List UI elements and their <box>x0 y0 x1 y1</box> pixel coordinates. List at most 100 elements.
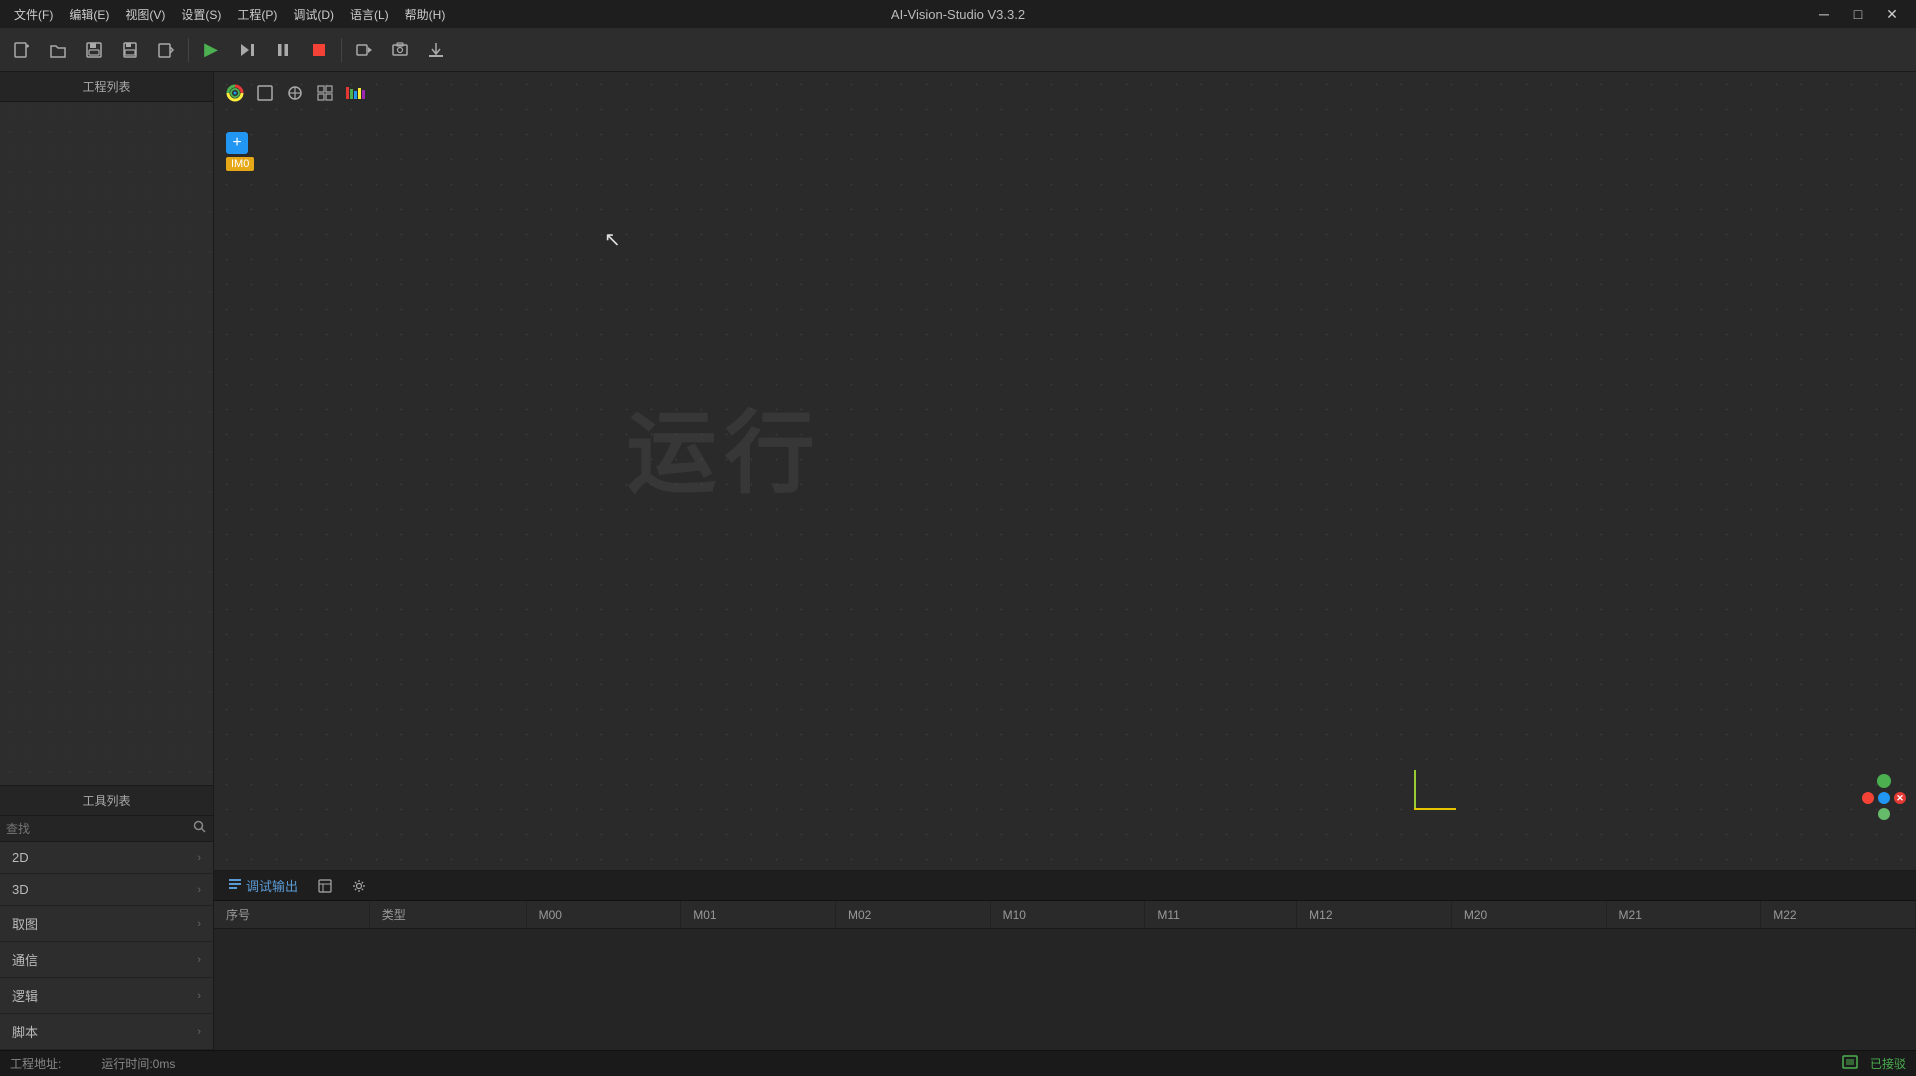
col-m22: M22 <box>1761 901 1916 929</box>
tool-item-2d[interactable]: 2D › <box>0 842 213 874</box>
connection-icon <box>1842 1055 1858 1072</box>
menu-project[interactable]: 工程(P) <box>231 4 283 25</box>
col-m02: M02 <box>835 901 990 929</box>
menu-view[interactable]: 视图(V) <box>119 4 171 25</box>
nav-dot-middle-row: ✕ <box>1862 792 1906 804</box>
axis-indicator <box>1414 770 1456 810</box>
menu-help[interactable]: 帮助(H) <box>399 4 452 25</box>
chevron-right-icon: › <box>197 884 201 896</box>
col-m00: M00 <box>526 901 681 929</box>
debug-table-header-row: 序号 类型 M00 M01 M02 M10 M11 M12 M20 M21 M2… <box>214 901 1916 929</box>
col-seq: 序号 <box>214 901 369 929</box>
canvas-toolbar <box>222 80 368 106</box>
chevron-right-icon: › <box>197 1026 201 1038</box>
nav-dot-bottom <box>1878 808 1890 820</box>
rect-icon-button[interactable] <box>252 80 278 106</box>
save-button[interactable] <box>114 34 146 66</box>
run-time-label: 运行时间:0ms <box>101 1055 175 1072</box>
im0-label: IM0 <box>226 157 254 171</box>
tool-list-header: 工具列表 <box>0 786 213 816</box>
tool-item-logic-label: 逻辑 <box>12 986 38 1005</box>
status-right: 已接驳 <box>1842 1055 1906 1072</box>
center-panel: 运行 + IM0 ↖ ✕ <box>214 72 1916 1050</box>
titlebar: 文件(F) 编辑(E) 视图(V) 设置(S) 工程(P) 调试(D) 语言(L… <box>0 0 1916 28</box>
col-m12: M12 <box>1297 901 1452 929</box>
tool-item-2d-label: 2D <box>12 850 29 865</box>
export-button[interactable] <box>420 34 452 66</box>
anchor-icon-button[interactable] <box>282 80 308 106</box>
nav-dot-left <box>1862 792 1874 804</box>
app-title: AI-Vision-Studio V3.3.2 <box>891 7 1025 22</box>
separator-2 <box>341 38 342 62</box>
col-m10: M10 <box>990 901 1145 929</box>
tool-item-capture[interactable]: 取图 › <box>0 906 213 942</box>
project-address-label: 工程地址: <box>10 1055 61 1072</box>
chevron-right-icon: › <box>197 990 201 1002</box>
axis-h-line <box>1414 808 1456 810</box>
search-input[interactable] <box>6 822 193 836</box>
step-button[interactable] <box>231 34 263 66</box>
record-button[interactable] <box>348 34 380 66</box>
tool-item-3d[interactable]: 3D › <box>0 874 213 906</box>
nav-dots: ✕ <box>1862 774 1906 820</box>
project-list-area[interactable] <box>0 102 213 785</box>
debug-toolbar: 调试输出 <box>214 871 1916 901</box>
save-all-button[interactable] <box>78 34 110 66</box>
col-m01: M01 <box>681 901 836 929</box>
menu-settings[interactable]: 设置(S) <box>175 4 227 25</box>
menu-edit[interactable]: 编辑(E) <box>63 4 115 25</box>
nav-dot-top <box>1877 774 1891 788</box>
tool-item-capture-label: 取图 <box>12 914 38 933</box>
canvas-area[interactable]: 运行 + IM0 ↖ ✕ <box>214 72 1916 870</box>
tool-item-comm[interactable]: 通信 › <box>0 942 213 978</box>
menu-file[interactable]: 文件(F) <box>8 4 59 25</box>
grid-icon-button[interactable] <box>312 80 338 106</box>
tool-panel: 工具列表 2D › 3D › 取图 › <box>0 785 213 1050</box>
screenshot-button[interactable] <box>384 34 416 66</box>
tool-item-3d-label: 3D <box>12 882 29 897</box>
minimize-button[interactable]: ─ <box>1808 3 1840 25</box>
debug-panel: 调试输出 <box>214 870 1916 1050</box>
left-panel: 工程列表 工具列表 2D › 3D › <box>0 72 214 1050</box>
tool-item-logic[interactable]: 逻辑 › <box>0 978 213 1014</box>
run-button[interactable]: ▶ <box>195 34 227 66</box>
col-type: 类型 <box>369 901 526 929</box>
bars-icon-button[interactable] <box>342 80 368 106</box>
tool-item-script-label: 脚本 <box>12 1022 38 1041</box>
debug-output-tab[interactable]: 调试输出 <box>222 874 304 897</box>
debug-output-label: 调试输出 <box>246 876 298 895</box>
open-button[interactable] <box>42 34 74 66</box>
search-icon <box>193 820 207 837</box>
chevron-right-icon: › <box>197 954 201 966</box>
save-as-button[interactable] <box>150 34 182 66</box>
debug-list-icon <box>228 877 242 894</box>
close-button[interactable]: ✕ <box>1876 3 1908 25</box>
maximize-button[interactable]: □ <box>1842 3 1874 25</box>
col-m11: M11 <box>1145 901 1297 929</box>
tool-item-comm-label: 通信 <box>12 950 38 969</box>
nav-dot-center <box>1878 792 1890 804</box>
search-bar <box>0 816 213 842</box>
pause-button[interactable] <box>267 34 299 66</box>
debug-table-wrap[interactable]: 序号 类型 M00 M01 M02 M10 M11 M12 M20 M21 M2… <box>214 901 1916 1050</box>
menu-debug[interactable]: 调试(D) <box>287 4 340 25</box>
stop-button[interactable] <box>303 34 335 66</box>
main-layout: 工程列表 工具列表 2D › 3D › <box>0 72 1916 1050</box>
debug-table-btn[interactable] <box>312 877 338 895</box>
debug-settings-btn[interactable] <box>346 877 372 895</box>
menu-bar: 文件(F) 编辑(E) 视图(V) 设置(S) 工程(P) 调试(D) 语言(L… <box>8 4 451 25</box>
nav-dot-right: ✕ <box>1894 792 1906 804</box>
spiral-icon-button[interactable] <box>222 80 248 106</box>
separator-1 <box>188 38 189 62</box>
project-list-header: 工程列表 <box>0 72 213 102</box>
main-toolbar: ▶ <box>0 28 1916 72</box>
tool-item-script[interactable]: 脚本 › <box>0 1014 213 1050</box>
new-button[interactable] <box>6 34 38 66</box>
menu-language[interactable]: 语言(L) <box>344 4 395 25</box>
col-m20: M20 <box>1451 901 1606 929</box>
window-controls: ─ □ ✕ <box>1808 3 1908 25</box>
col-m21: M21 <box>1606 901 1761 929</box>
im0-add-button[interactable]: + <box>226 132 248 154</box>
connection-label: 已接驳 <box>1870 1055 1906 1072</box>
chevron-right-icon: › <box>197 852 201 864</box>
